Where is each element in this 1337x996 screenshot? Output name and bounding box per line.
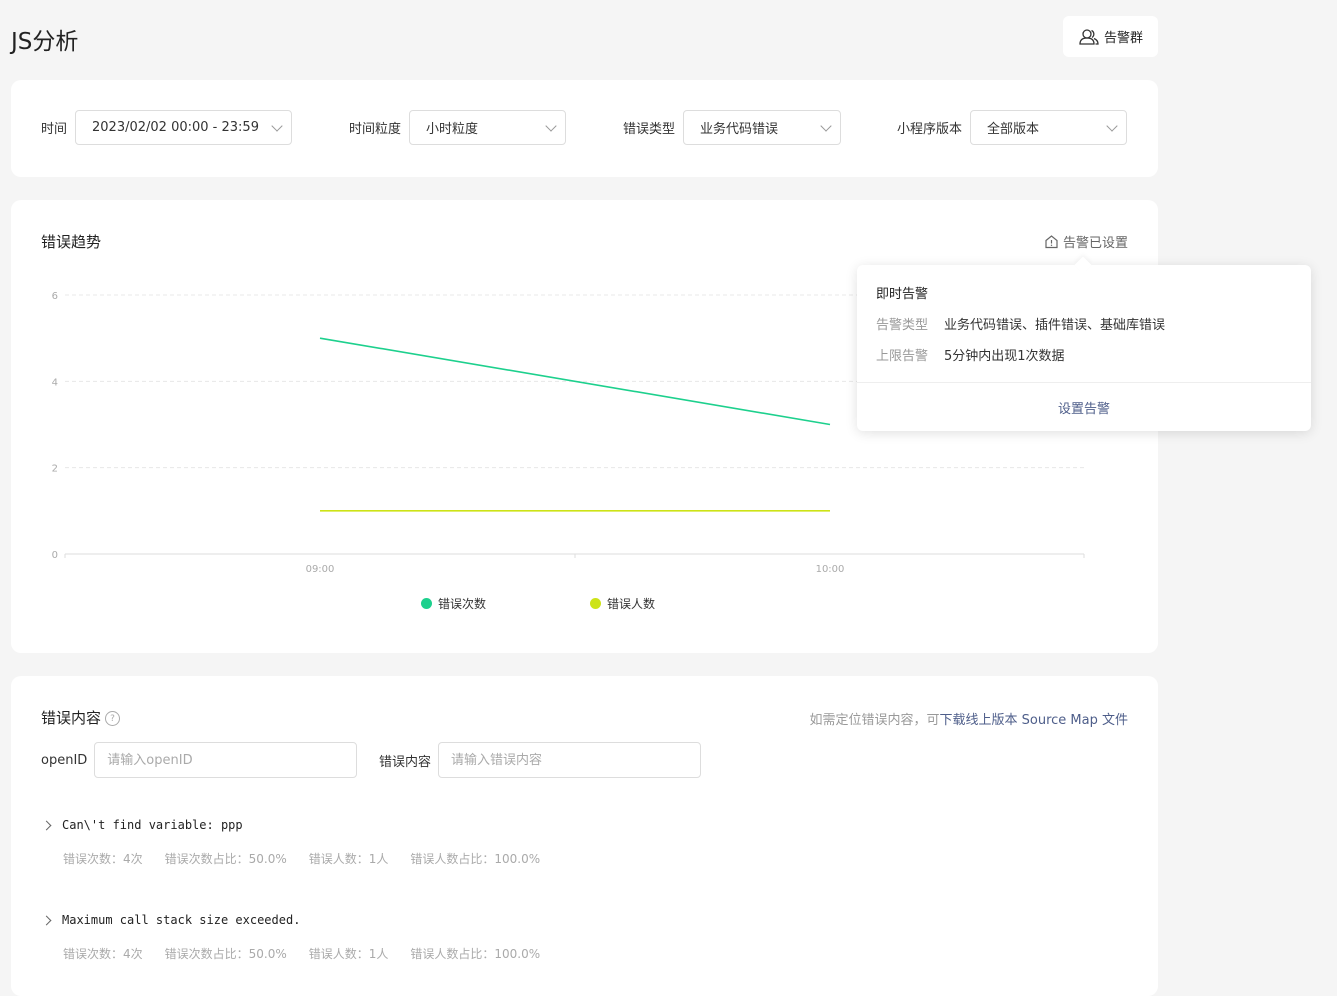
y-tick-label: 2 — [52, 464, 58, 475]
error-stats: 错误次数：4次 错误次数占比：50.0% 错误人数：1人 错误人数占比：100.… — [63, 945, 540, 962]
error-count: 错误次数：4次 — [63, 852, 143, 866]
error-type-value: 业务代码错误 — [700, 122, 779, 137]
chevron-right-icon — [41, 915, 52, 925]
popover-row-value: 业务代码错误、插件错误、基础库错误 — [944, 318, 1166, 333]
filter-version-label: 小程序版本 — [897, 122, 963, 137]
error-users: 错误人数：1人 — [308, 947, 389, 961]
popover-row-value: 5分钟内出现1次数据 — [944, 349, 1065, 364]
popover-row-key: 上限告警 — [876, 349, 929, 364]
time-range-select[interactable]: 2023/02/02 00:00 - 23:59 — [75, 110, 293, 145]
error-item-toggle[interactable]: Can\'t find variable: ppp — [41, 818, 540, 832]
filter-error-type-label: 错误类型 — [623, 122, 676, 137]
error-message: Can\'t find variable: ppp — [62, 818, 243, 832]
x-tick-label: 10:00 — [816, 564, 845, 575]
chevron-down-icon — [1106, 119, 1118, 132]
filter-version: 小程序版本 全部版本 — [897, 110, 1128, 145]
openid-label: openID — [41, 752, 88, 768]
alert-group-button[interactable]: 告警群 — [1063, 16, 1158, 57]
x-tick-label: 09:00 — [306, 564, 335, 575]
filter-error-type: 错误类型 业务代码错误 — [623, 110, 842, 145]
error-message: Maximum call stack size exceeded. — [62, 913, 301, 927]
legend-dot-error-count — [421, 598, 432, 609]
user-group-icon — [1079, 28, 1099, 45]
list-item: Maximum call stack size exceeded. 错误次数：4… — [41, 913, 540, 962]
granularity-value: 小时粒度 — [426, 122, 479, 137]
popover-title: 即时告警 — [876, 287, 929, 302]
time-range-value: 2023/02/02 00:00 - 23:59 — [92, 120, 259, 135]
errors-title-wrap: 错误内容? — [41, 707, 121, 728]
granularity-select[interactable]: 小时粒度 — [409, 110, 567, 145]
popover-row-key: 告警类型 — [876, 318, 929, 333]
content-filter: 错误内容 — [379, 742, 702, 778]
alert-popover: 即时告警 告警类型 业务代码错误、插件错误、基础库错误 上限告警 5分钟内出现1… — [857, 256, 1311, 431]
popover-row-limit: 上限告警 5分钟内出现1次数据 — [876, 345, 1065, 364]
list-item: Can\'t find variable: ppp 错误次数：4次 错误次数占比… — [41, 818, 540, 867]
popover-row-alert-type: 告警类型 业务代码错误、插件错误、基础库错误 — [876, 314, 1165, 333]
error-count-ratio: 错误次数占比：50.0% — [164, 852, 287, 866]
error-content-input[interactable] — [438, 742, 702, 778]
legend-item-error-users[interactable]: 错误人数 — [590, 595, 655, 612]
alert-group-label: 告警群 — [1103, 31, 1143, 46]
error-type-select[interactable]: 业务代码错误 — [683, 110, 842, 145]
filter-time: 时间 2023/02/02 00:00 - 23:59 — [41, 110, 293, 145]
chevron-right-icon — [41, 820, 52, 830]
source-map-hint: 如需定位错误内容，可下载线上版本 Source Map 文件 — [810, 709, 1129, 728]
question-circle-icon[interactable]: ? — [105, 711, 121, 726]
chevron-down-icon — [271, 119, 283, 132]
chevron-down-icon — [820, 119, 832, 132]
legend-label-error-users: 错误人数 — [607, 597, 656, 611]
y-tick-label: 4 — [52, 377, 58, 388]
error-users: 错误人数：1人 — [308, 852, 389, 866]
popover-divider — [857, 382, 1311, 383]
source-map-hint-prefix: 如需定位错误内容，可 — [809, 713, 940, 728]
legend-label-error-count: 错误次数 — [438, 597, 487, 611]
openid-input[interactable] — [94, 742, 358, 778]
legend-dot-error-users — [590, 598, 601, 609]
page-title: JS分析 — [11, 29, 79, 55]
filter-granularity: 时间粒度 小时粒度 — [349, 110, 567, 145]
filter-card: 时间 2023/02/02 00:00 - 23:59 时间粒度 小时粒度 错误… — [11, 80, 1158, 177]
error-content-label: 错误内容 — [379, 754, 432, 770]
errors-card: 错误内容? 如需定位错误内容，可下载线上版本 Source Map 文件 ope… — [11, 676, 1158, 996]
errors-title: 错误内容 — [41, 709, 102, 727]
version-value: 全部版本 — [987, 122, 1040, 137]
error-count: 错误次数：4次 — [63, 947, 143, 961]
legend-item-error-count[interactable]: 错误次数 — [421, 595, 486, 612]
y-tick-label: 0 — [52, 550, 58, 561]
error-users-ratio: 错误人数占比：100.0% — [410, 852, 541, 866]
chevron-down-icon — [545, 119, 557, 132]
y-tick-label: 6 — [52, 291, 58, 302]
error-count-ratio: 错误次数占比：50.0% — [164, 947, 287, 961]
openid-filter: openID — [41, 742, 358, 778]
filter-time-label: 时间 — [41, 122, 68, 137]
error-users-ratio: 错误人数占比：100.0% — [410, 947, 541, 961]
filter-granularity-label: 时间粒度 — [349, 122, 402, 137]
error-stats: 错误次数：4次 错误次数占比：50.0% 错误人数：1人 错误人数占比：100.… — [63, 850, 540, 867]
set-alert-link[interactable]: 设置告警 — [857, 398, 1311, 417]
download-source-map-link[interactable]: 下载线上版本 Source Map 文件 — [940, 713, 1128, 728]
error-item-toggle[interactable]: Maximum call stack size exceeded. — [41, 913, 540, 927]
version-select[interactable]: 全部版本 — [970, 110, 1128, 145]
